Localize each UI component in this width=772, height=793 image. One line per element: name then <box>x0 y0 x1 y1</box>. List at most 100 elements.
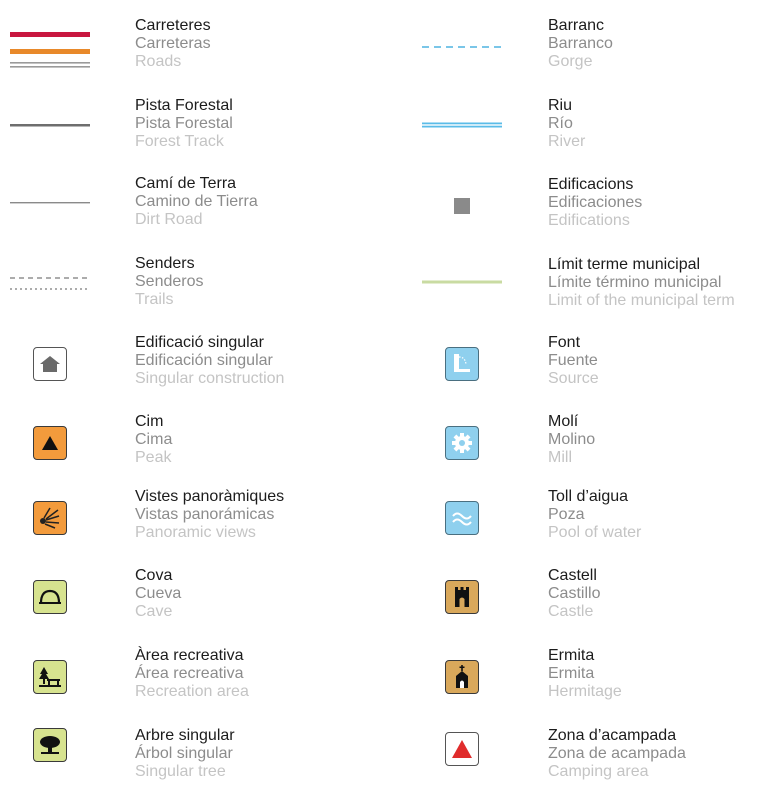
legend-item-forest-track: Pista Forestal Pista Forestal Forest Tra… <box>0 97 400 163</box>
legend-item-castle: Castell Castillo Castle <box>412 567 772 633</box>
legend-item-source: Font Fuente Source <box>412 334 772 400</box>
picnic-table-icon <box>0 647 100 707</box>
legend-item-trails: Senders Senderos Trails <box>0 255 400 321</box>
label-spanish: Pista Forestal <box>135 115 233 132</box>
label-catalan: Molí <box>548 413 579 430</box>
legend-item-pool-of-water: Toll d’aigua Poza Pool of water <box>412 488 772 554</box>
legend-item-singular-tree: Arbre singular Árbol singular Singular t… <box>0 727 400 793</box>
label-catalan: Edificació singular <box>135 334 264 351</box>
map-legend: Carreteres Carreteras Roads Pista Forest… <box>0 0 772 780</box>
label-spanish: Cima <box>135 431 173 448</box>
label-catalan: Senders <box>135 255 195 272</box>
water-waves-icon <box>412 488 512 548</box>
label-catalan: Barranc <box>548 17 605 34</box>
label-spanish: Vistas panorámicas <box>135 506 275 523</box>
legend-item-roads: Carreteres Carreteras Roads <box>0 17 400 83</box>
label-english: Cave <box>135 603 173 620</box>
label-english: Panoramic views <box>135 524 256 541</box>
label-spanish: Río <box>548 115 573 132</box>
legend-item-edifications: Edificacions Edificaciones Edifications <box>412 176 772 242</box>
label-spanish: Árbol singular <box>135 745 233 762</box>
label-catalan: Vistes panoràmiques <box>135 488 285 505</box>
label-catalan: Carreteres <box>135 17 211 34</box>
label-english: Edifications <box>548 212 630 229</box>
label-english: Singular construction <box>135 370 285 387</box>
label-catalan: Camí de Terra <box>135 175 237 192</box>
roads-lines-icon <box>0 17 100 77</box>
legend-item-river: Riu Río River <box>412 97 772 163</box>
house-icon <box>0 334 100 394</box>
label-spanish: Castillo <box>548 585 601 602</box>
label-spanish: Ermita <box>548 665 595 682</box>
cave-arch-icon <box>0 567 100 627</box>
label-english: Source <box>548 370 599 387</box>
castle-tower-icon <box>412 567 512 627</box>
label-spanish: Zona de acampada <box>548 745 686 762</box>
legend-item-gorge: Barranc Barranco Gorge <box>412 17 772 83</box>
tree-icon <box>0 715 100 775</box>
label-catalan: Cova <box>135 567 173 584</box>
label-english: Dirt Road <box>135 211 203 228</box>
panoramic-view-icon <box>0 488 100 548</box>
legend-item-cave: Cova Cueva Cave <box>0 567 400 633</box>
legend-item-municipal-limit: Límit terme municipal Límite término mun… <box>412 256 772 322</box>
label-catalan: Pista Forestal <box>135 97 233 114</box>
label-spanish: Edificación singular <box>135 352 273 369</box>
label-spanish: Edificaciones <box>548 194 643 211</box>
building-square-icon <box>412 176 512 236</box>
label-catalan: Zona d’acampada <box>548 727 677 744</box>
label-english: Gorge <box>548 53 593 70</box>
label-spanish: Senderos <box>135 273 204 290</box>
label-catalan: Límit terme municipal <box>548 256 701 273</box>
label-catalan: Arbre singular <box>135 727 235 744</box>
label-english: Castle <box>548 603 594 620</box>
legend-item-dirt-road: Camí de Terra Camino de Tierra Dirt Road <box>0 175 400 241</box>
legend-item-hermitage: Ermita Ermita Hermitage <box>412 647 772 713</box>
label-english: Peak <box>135 449 172 466</box>
legend-item-recreation-area: Àrea recreativa Área recreativa Recreati… <box>0 647 400 713</box>
label-catalan: Edificacions <box>548 176 634 193</box>
label-spanish: Límite término municipal <box>548 274 722 291</box>
label-english: Forest Track <box>135 133 224 150</box>
legend-item-panoramic-views: Vistes panoràmiques Vistas panorámicas P… <box>0 488 400 554</box>
municipal-limit-line-icon <box>412 252 512 312</box>
label-english: Recreation area <box>135 683 249 700</box>
legend-item-camping-area: Zona d’acampada Zona de acampada Camping… <box>412 727 772 793</box>
legend-item-peak: Cim Cima Peak <box>0 413 400 479</box>
label-english: Mill <box>548 449 572 466</box>
river-line-icon <box>412 95 512 155</box>
legend-item-singular-construction: Edificació singular Edificación singular… <box>0 334 400 400</box>
label-english: Limit of the municipal term <box>548 292 735 309</box>
forest-track-line-icon <box>0 95 100 155</box>
label-english: Trails <box>135 291 174 308</box>
label-catalan: Àrea recreativa <box>135 647 244 664</box>
label-spanish: Poza <box>548 506 585 523</box>
legend-item-mill: Molí Molino Mill <box>412 413 772 479</box>
label-english: Hermitage <box>548 683 622 700</box>
peak-triangle-icon <box>0 413 100 473</box>
label-english: River <box>548 133 586 150</box>
label-english: Pool of water <box>548 524 642 541</box>
dirt-road-line-icon <box>0 173 100 233</box>
label-spanish: Área recreativa <box>135 665 244 682</box>
label-catalan: Font <box>548 334 581 351</box>
hermitage-chapel-icon <box>412 647 512 707</box>
label-catalan: Toll d’aigua <box>548 488 629 505</box>
label-catalan: Castell <box>548 567 597 584</box>
label-catalan: Riu <box>548 97 573 114</box>
trails-dashed-line-icon <box>0 253 100 313</box>
label-catalan: Cim <box>135 413 164 430</box>
label-english: Singular tree <box>135 763 226 780</box>
label-spanish: Carreteras <box>135 35 211 52</box>
label-spanish: Barranco <box>548 35 613 52</box>
gorge-dashed-line-icon <box>412 17 512 77</box>
label-catalan: Ermita <box>548 647 595 664</box>
label-spanish: Molino <box>548 431 596 448</box>
fountain-icon <box>412 334 512 394</box>
label-english: Roads <box>135 53 182 70</box>
label-spanish: Cueva <box>135 585 182 602</box>
label-spanish: Camino de Tierra <box>135 193 258 210</box>
label-english: Camping area <box>548 763 649 780</box>
camping-tent-icon <box>412 719 512 779</box>
mill-gear-icon <box>412 413 512 473</box>
